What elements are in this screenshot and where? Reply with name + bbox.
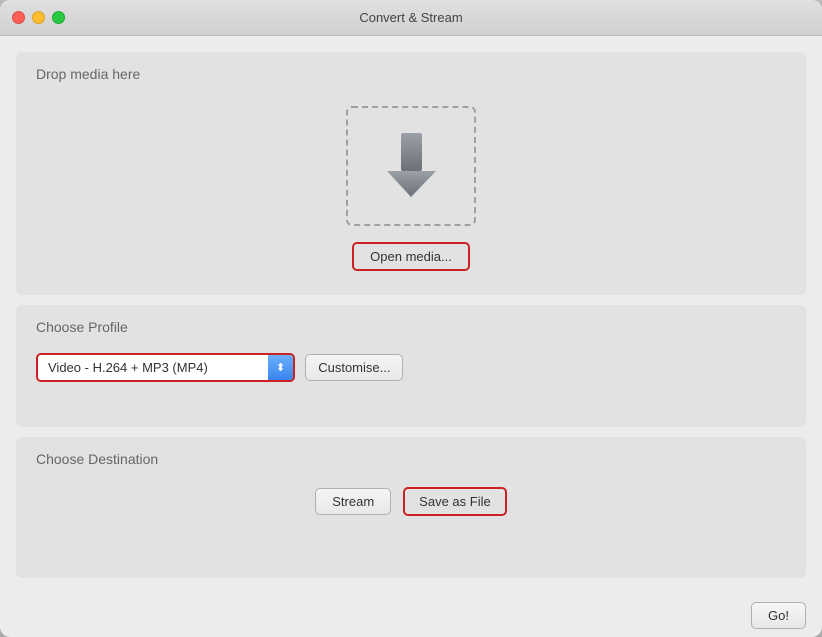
profile-select[interactable]: Video - H.264 + MP3 (MP4) Video - H.265 … <box>38 355 268 380</box>
drop-media-section: Drop media here <box>16 52 806 295</box>
main-content: Drop media here <box>0 36 822 594</box>
minimize-button[interactable] <box>32 11 45 24</box>
select-arrow-icon: ⬍ <box>268 355 293 380</box>
save-as-file-button[interactable]: Save as File <box>403 487 507 516</box>
window-title: Convert & Stream <box>359 10 462 25</box>
close-button[interactable] <box>12 11 25 24</box>
profile-section-title: Choose Profile <box>36 319 786 335</box>
choose-profile-section: Choose Profile Video - H.264 + MP3 (MP4)… <box>16 305 806 427</box>
app-window: Convert & Stream Drop media here <box>0 0 822 637</box>
choose-destination-section: Choose Destination Stream Save as File <box>16 437 806 578</box>
maximize-button[interactable] <box>52 11 65 24</box>
drop-area-inner: Open media... <box>36 96 786 281</box>
destination-controls: Stream Save as File <box>36 481 786 522</box>
destination-section-title: Choose Destination <box>36 451 786 467</box>
titlebar: Convert & Stream <box>0 0 822 36</box>
profile-select-wrapper[interactable]: Video - H.264 + MP3 (MP4) Video - H.265 … <box>36 353 295 382</box>
bottom-bar: Go! <box>0 594 822 637</box>
drop-zone[interactable] <box>346 106 476 226</box>
go-button[interactable]: Go! <box>751 602 806 629</box>
download-arrow-icon <box>379 129 444 204</box>
window-controls <box>12 11 65 24</box>
drop-media-title: Drop media here <box>36 66 786 82</box>
open-media-button[interactable]: Open media... <box>352 242 470 271</box>
customise-button[interactable]: Customise... <box>305 354 403 381</box>
stream-button[interactable]: Stream <box>315 488 391 515</box>
profile-controls: Video - H.264 + MP3 (MP4) Video - H.265 … <box>36 349 786 386</box>
